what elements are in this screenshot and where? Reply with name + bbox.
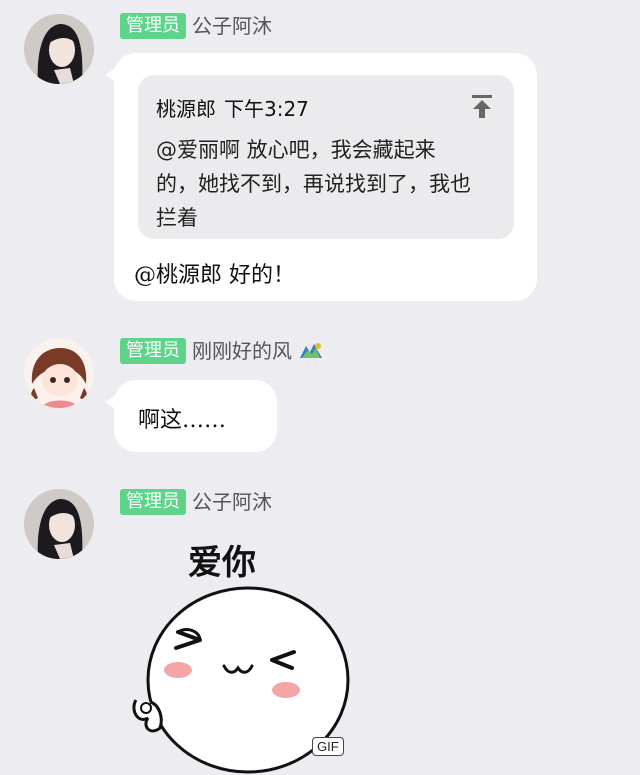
avatar[interactable]	[24, 338, 94, 408]
quote-text: @爱丽啊 放心吧，我会藏起来的，她找不到，再说找到了，我也拦着	[156, 138, 471, 230]
sender-name-row: 管理员 刚刚好的风	[120, 337, 324, 365]
quote-header: 桃源郎 下午3:27	[156, 93, 309, 122]
message-bubble[interactable]: 啊这……	[105, 380, 277, 452]
sender-nickname[interactable]: 刚刚好的风	[192, 339, 292, 363]
sender-nickname[interactable]: 公子阿沐	[192, 490, 272, 514]
sender-name-row: 管理员 公子阿沐	[120, 488, 272, 516]
chat-area: 管理员 公子阿沐 桃源郎 下午3:27 @爱丽啊 放心吧，我会藏起来的，她找不到…	[0, 0, 640, 775]
admin-badge: 管理员	[120, 489, 186, 515]
message-bubble[interactable]: 桃源郎 下午3:27 @爱丽啊 放心吧，我会藏起来的，她找不到，再说找到了，我也…	[105, 53, 537, 301]
sender-name-row: 管理员 公子阿沐	[120, 12, 272, 40]
admin-badge: 管理员	[120, 13, 186, 39]
jump-to-top-icon[interactable]	[470, 93, 494, 119]
avatar[interactable]	[24, 489, 94, 559]
message-text: 啊这……	[138, 408, 227, 433]
gif-tag: GIF	[312, 737, 344, 756]
avatar[interactable]	[24, 14, 94, 84]
admin-badge: 管理员	[120, 338, 186, 364]
quote-author: 桃源郎	[156, 97, 216, 121]
message-text: @桃源郎 好的！	[134, 263, 295, 288]
sender-nickname[interactable]: 公子阿沐	[192, 14, 272, 38]
sticker-caption: 爱你	[188, 543, 256, 583]
quoted-message[interactable]: 桃源郎 下午3:27 @爱丽啊 放心吧，我会藏起来的，她找不到，再说找到了，我也…	[138, 75, 514, 239]
level-badge-icon	[300, 343, 322, 358]
quote-time: 下午3:27	[224, 97, 309, 121]
